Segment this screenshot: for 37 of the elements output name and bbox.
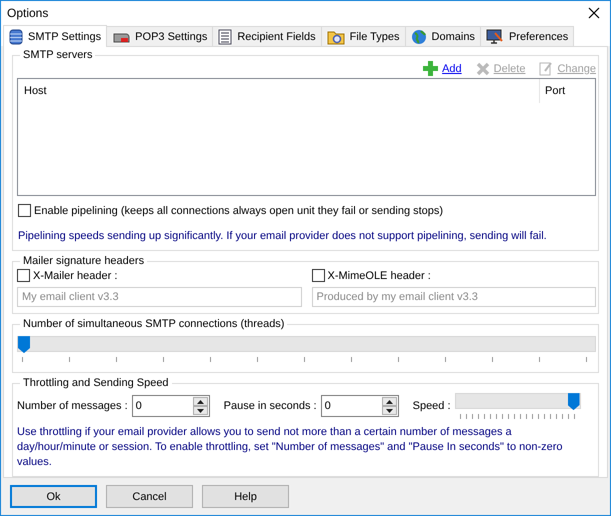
pipelining-checkbox[interactable]: Enable pipelining (keeps all connections always open unit they fail or sending stops) — [18, 204, 444, 218]
tab[interactable]: POP3 Settings — [106, 26, 214, 46]
tab[interactable]: Recipient Fields — [212, 26, 322, 46]
server-list[interactable]: Host Port — [17, 78, 596, 196]
field-label: Pause in seconds : — [224, 400, 317, 412]
info-text: Use throttling if your email provider allows you to send not more than a certain number of messages a day/hour/minute or session. To enable throttling, set "Number of messages" and "Pause In seconds" to non-zero values. — [17, 425, 564, 470]
speed-slider[interactable] — [454, 393, 581, 420]
column-header[interactable]: Port — [540, 79, 595, 104]
slider-thumb[interactable] — [568, 393, 580, 410]
header-checkbox[interactable]: X-MimeOLE header : — [312, 269, 596, 282]
tab[interactable]: Preferences — [480, 26, 574, 46]
header-checkbox[interactable]: X-Mailer header : — [17, 269, 302, 282]
field-label: Speed : — [412, 400, 451, 412]
info-text: Pipelining speeds sending up significantly. If your email provider does not support pipelining, sending will fail. — [18, 229, 548, 244]
database-icon — [9, 28, 23, 45]
window-title: Options — [7, 6, 48, 20]
slider-thumb[interactable] — [18, 336, 30, 354]
monitor-icon — [486, 28, 504, 45]
cross-icon — [476, 62, 490, 76]
toolbar-link[interactable]: Add — [423, 61, 462, 76]
column-header[interactable]: Host — [18, 79, 540, 104]
field-label: Number of messages : — [17, 400, 128, 412]
pencil-document-icon — [539, 61, 554, 76]
tab[interactable]: File Types — [320, 26, 406, 46]
tab[interactable]: Domains — [404, 26, 481, 46]
tab[interactable]: SMTP Settings — [3, 25, 108, 48]
globe-icon — [410, 28, 427, 45]
group-title: Throttling and Sending Speed — [22, 377, 170, 390]
close-icon[interactable] — [588, 6, 600, 19]
dialog-button[interactable]: Help — [202, 485, 289, 508]
group-title: SMTP servers — [22, 49, 94, 62]
group-title: Mailer signature headers — [22, 255, 146, 268]
plus-icon — [423, 61, 438, 76]
dialog-button[interactable]: Ok — [10, 485, 97, 508]
threads-slider[interactable] — [17, 336, 596, 362]
dialog-button[interactable]: Cancel — [106, 485, 193, 508]
group-title: Number of simultaneous SMTP connections (threads) — [22, 318, 286, 330]
